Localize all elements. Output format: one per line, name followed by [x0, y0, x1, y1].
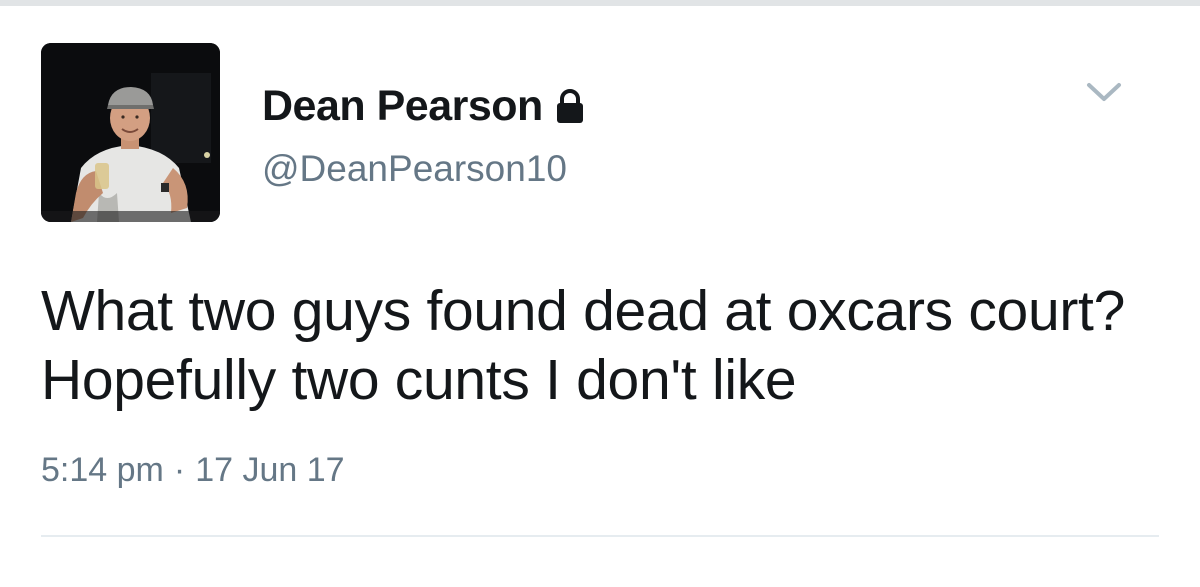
chevron-down-icon[interactable] — [1086, 80, 1122, 104]
top-divider — [0, 0, 1200, 6]
avatar[interactable] — [41, 43, 220, 222]
tweet-text: What two guys found dead at oxcars court… — [41, 279, 1125, 412]
bottom-divider — [41, 535, 1159, 537]
name-row: Dean Pearson — [262, 80, 585, 132]
profile-photo — [41, 43, 220, 222]
tweet-timestamp[interactable]: 5:14 pm · 17 Jun 17 — [41, 451, 345, 490]
tweet-card: Dean Pearson @DeanPearson10 What two guy… — [0, 0, 1200, 587]
display-name[interactable]: Dean Pearson — [262, 82, 543, 131]
user-handle[interactable]: @DeanPearson10 — [262, 148, 567, 190]
tweet-time: 5:14 pm — [41, 451, 164, 489]
meta-separator: · — [173, 451, 186, 489]
tweet-date: 17 Jun 17 — [195, 451, 345, 489]
lock-icon — [555, 89, 585, 123]
